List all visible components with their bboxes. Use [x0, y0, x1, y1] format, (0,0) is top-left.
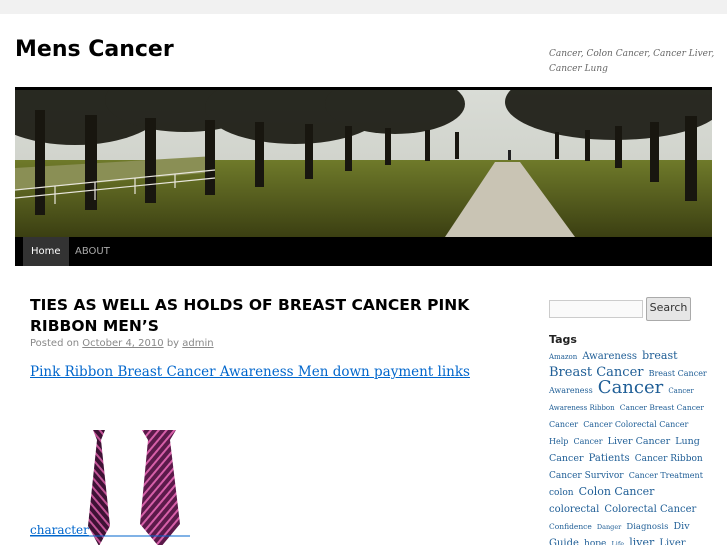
- post-date-link[interactable]: October 4, 2010: [82, 338, 163, 349]
- tag-link[interactable]: Patients: [589, 453, 630, 464]
- tag-link[interactable]: colon: [549, 488, 574, 498]
- tag-cloud: Amazon Awareness breast Breast Cancer Br…: [549, 347, 709, 545]
- tag-link[interactable]: liver: [629, 536, 654, 545]
- search-button[interactable]: Search: [646, 297, 691, 321]
- post-caption-link[interactable]: character: [30, 523, 89, 537]
- tag-link[interactable]: Diagnosis: [626, 522, 668, 532]
- tag-link[interactable]: Colorectal Cancer: [604, 504, 696, 515]
- post-body-link[interactable]: Pink Ribbon Breast Cancer Awareness Men …: [30, 364, 470, 380]
- tag-link[interactable]: Confidence: [549, 522, 592, 531]
- page-wrapper: Mens Cancer Cancer, Colon Cancer, Cancer…: [0, 14, 727, 545]
- tag-link[interactable]: Div: [674, 521, 690, 532]
- post-title[interactable]: TIES AS WELL AS HOLDS OF BREAST CANCER P…: [30, 295, 520, 337]
- tag-link[interactable]: Awareness: [582, 351, 637, 362]
- by-label: by: [166, 338, 180, 349]
- site-title[interactable]: Mens Cancer: [15, 37, 174, 62]
- tag-link[interactable]: Colon Cancer: [579, 485, 655, 498]
- tag-link[interactable]: Cancer: [598, 377, 663, 398]
- tag-link[interactable]: Cancer Colorectal Cancer: [583, 420, 688, 429]
- tag-link[interactable]: Cancer: [573, 437, 602, 446]
- tag-link[interactable]: Danger: [597, 523, 621, 531]
- nav-about[interactable]: ABOUT: [67, 237, 118, 266]
- tag-link[interactable]: Help: [549, 437, 568, 446]
- tag-link[interactable]: Cancer Breast Cancer: [620, 403, 704, 412]
- tag-link[interactable]: Amazon: [549, 353, 577, 361]
- header-image: [15, 87, 712, 240]
- tag-link[interactable]: colorectal: [549, 504, 599, 515]
- tag-link[interactable]: Cancer Ribbon: [635, 454, 703, 464]
- tag-link[interactable]: breast: [642, 349, 677, 362]
- site-description: Cancer, Colon Cancer, Cancer Liver, Canc…: [549, 49, 715, 74]
- posted-on-label: Posted on: [30, 338, 80, 349]
- tag-link[interactable]: Life: [611, 540, 624, 545]
- post-meta: Posted on October 4, 2010 by admin: [30, 338, 214, 349]
- search-input[interactable]: [549, 300, 643, 318]
- nav-home[interactable]: Home: [23, 237, 69, 266]
- tag-link[interactable]: Cancer Survivor: [549, 471, 624, 481]
- author-link[interactable]: admin: [182, 338, 213, 349]
- tag-link[interactable]: Liver Cancer: [608, 436, 670, 447]
- tag-link[interactable]: Cancer Treatment: [629, 471, 703, 480]
- tag-link[interactable]: Guide: [549, 538, 579, 545]
- tag-link[interactable]: hope: [584, 539, 606, 545]
- tag-link[interactable]: Cancer: [549, 420, 578, 429]
- tags-heading: Tags: [549, 333, 577, 346]
- main-nav: Home ABOUT: [15, 237, 712, 266]
